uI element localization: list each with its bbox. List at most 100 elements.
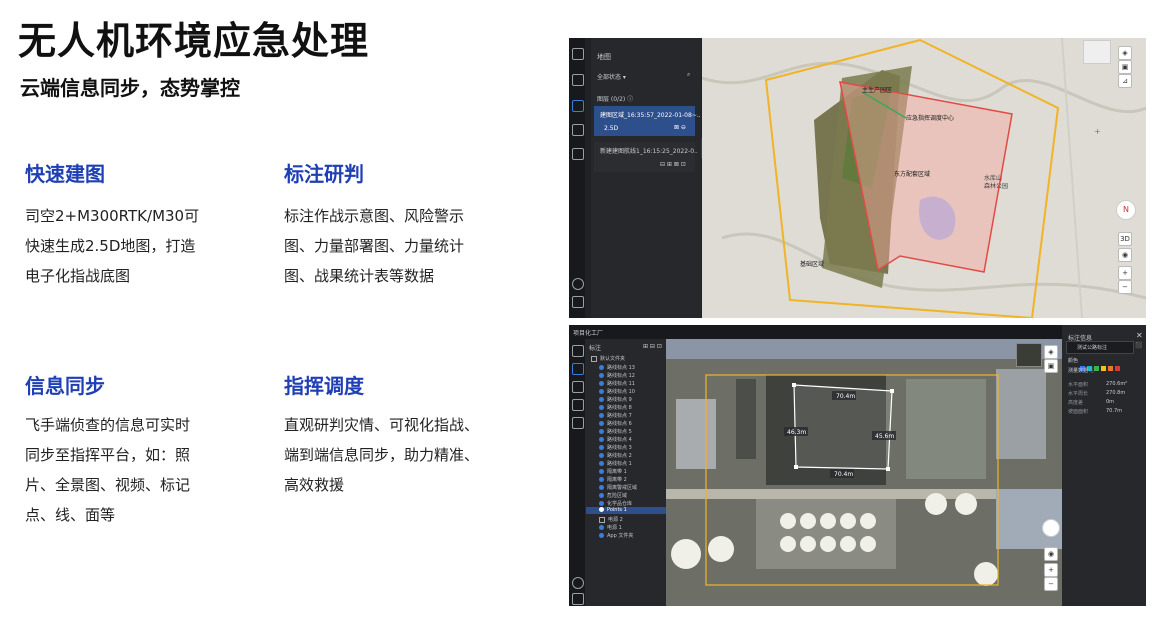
tree-item[interactable]: 路线标点 8 — [599, 404, 632, 411]
status-filter[interactable]: 全部状态 ▾ — [597, 72, 626, 81]
search-icon[interactable]: ⌕ — [687, 71, 690, 79]
ruler-icon[interactable]: ⊿ — [1118, 74, 1132, 88]
tree-label: 电源 2 — [608, 517, 623, 523]
tree-label: 路线标点 4 — [607, 437, 632, 443]
map-label: 东方配套区域 — [894, 170, 930, 178]
feature-desc-dispatch: 直观研判灾情、可视化指战、 端到端信息同步，助力精准、 高效救援 — [284, 410, 524, 500]
tree-item[interactable]: 路线标点 13 — [599, 364, 635, 371]
aerial-map[interactable]: 70.4m 45.6m 70.4m 46.3m ◈ ▣ ◉ + − — [666, 339, 1062, 606]
layer-actions-icon[interactable]: ⊠ ⊖ — [674, 124, 686, 131]
tree-label: 隔离带 1 — [607, 469, 627, 475]
tree-item[interactable]: 隔离警戒区域 — [599, 484, 637, 491]
tree-item[interactable]: 电源 1 — [599, 524, 622, 531]
doc-icon[interactable] — [572, 296, 584, 308]
tree-item[interactable]: App 文件夹 — [599, 532, 633, 539]
tree-label: 默认文件夹 — [600, 356, 626, 362]
zoom-out-icon[interactable]: − — [1044, 577, 1058, 591]
tree-label: Points 1 — [607, 507, 627, 513]
tree-item[interactable]: 路线标点 7 — [599, 412, 632, 419]
layer-item[interactable]: 新建建图航线1_16:15:25_2022-0.. ⊟ ⊞ ⊠ ⊡ — [594, 142, 698, 172]
feature-line: 电子化指战底图 — [25, 267, 131, 285]
layer-switch-icon[interactable]: ▣ — [1044, 359, 1058, 373]
map-panel: 地图 全部状态 ▾ ⌕ 图层 (0/2) ⓘ 建图区域_16:35:57_202… — [591, 38, 701, 318]
feature-heading-quick-mapping: 快速建图 — [25, 162, 105, 186]
tree-item[interactable]: 路线标点 5 — [599, 428, 632, 435]
annotation-icon[interactable] — [572, 363, 584, 375]
layer-switch-icon[interactable]: ▣ — [1118, 60, 1132, 74]
layer-item-name: 建图区域_16:35:57_2022-01-08~.. — [600, 112, 701, 119]
page-subtitle: 云端信息同步，态势掌控 — [20, 76, 240, 100]
feature-heading-dispatch: 指挥调度 — [284, 374, 364, 398]
feature-line: 飞手端侦查的信息可实时 — [25, 416, 191, 434]
map-icon[interactable] — [572, 100, 584, 112]
tree-item[interactable]: 危险区域 — [599, 492, 627, 499]
view-mode-toggle[interactable]: 3D — [1118, 232, 1132, 246]
tree-label: 路线标点 9 — [607, 397, 632, 403]
minimap-thumbnail[interactable] — [1083, 40, 1111, 64]
layer-section-label: 图层 (0/2) ⓘ — [597, 96, 634, 103]
tree-item[interactable]: 路线标点 9 — [599, 396, 632, 403]
tree-item[interactable]: 路线标点 4 — [599, 436, 632, 443]
feature-heading-info-sync: 信息同步 — [25, 374, 105, 398]
edit-icon[interactable]: ⬛ — [1135, 342, 1142, 349]
tree-item[interactable]: 路线标点 10 — [599, 388, 635, 395]
feature-desc-annotation: 标注作战示意图、风险警示 图、力量部署图、力量统计 图、战果统计表等数据 — [284, 201, 524, 291]
route-icon[interactable] — [572, 417, 584, 429]
media-icon[interactable] — [572, 124, 584, 136]
tree-label: 路线标点 3 — [607, 445, 632, 451]
marker-icon[interactable] — [572, 345, 584, 357]
marker-icon[interactable] — [572, 74, 584, 86]
tree-label: 路线标点 7 — [607, 413, 632, 419]
tree-item[interactable]: 路线标点 6 — [599, 420, 632, 427]
mapping-screenshot: 地图 全部状态 ▾ ⌕ 图层 (0/2) ⓘ 建图区域_16:35:57_202… — [569, 38, 1146, 318]
settings-icon[interactable] — [572, 577, 584, 589]
layers-icon[interactable] — [572, 48, 584, 60]
tree-item-selected[interactable]: Points 1 — [586, 507, 666, 514]
zoom-in-button[interactable]: + — [1118, 266, 1132, 280]
layer-actions-icon[interactable]: ⊟ ⊞ ⊠ ⊡ — [660, 161, 686, 168]
zoom-in-icon[interactable]: + — [1044, 563, 1058, 577]
feature-line: 图、力量部署图、力量统计 — [284, 237, 465, 255]
feature-heading-annotation: 标注研判 — [284, 162, 364, 186]
feature-line: 端到端信息同步，助力精准、 — [284, 446, 480, 464]
compass-icon[interactable]: N — [1116, 200, 1136, 220]
measure-label: 70.4m — [834, 471, 853, 478]
compass-icon[interactable] — [1042, 519, 1060, 537]
globe-icon[interactable]: ◉ — [1118, 248, 1132, 262]
tree-item[interactable]: 隔离带 2 — [599, 476, 627, 483]
tree-folder[interactable]: 默认文件夹 — [591, 355, 625, 362]
settings-icon[interactable] — [572, 278, 584, 290]
tree-item[interactable]: 路线标点 1 — [599, 460, 632, 467]
location-icon[interactable]: ◈ — [1044, 345, 1058, 359]
list-icon[interactable] — [572, 148, 584, 160]
minimap-thumbnail[interactable] — [1016, 343, 1042, 367]
annotation-name-input[interactable]: 测试公路标注 — [1066, 341, 1134, 354]
list-icon[interactable] — [572, 399, 584, 411]
tree-tools-icon[interactable]: ⊞ ⊟ ⊡ — [643, 343, 662, 350]
tree-label: 路线标点 8 — [607, 405, 632, 411]
zoom-out-button[interactable]: − — [1118, 280, 1132, 294]
tree-item[interactable]: 电源 2 — [599, 516, 623, 523]
tree-item[interactable]: 隔离带 1 — [599, 468, 627, 475]
media-icon[interactable] — [572, 381, 584, 393]
tree-label: 隔离带 2 — [607, 477, 627, 483]
tree-item[interactable]: 路线标点 3 — [599, 444, 632, 451]
close-icon[interactable]: ✕ — [1136, 331, 1143, 340]
tree-item[interactable]: 路线标点 2 — [599, 452, 632, 459]
tree-item[interactable]: 路线标点 11 — [599, 380, 635, 387]
globe-icon[interactable]: ◉ — [1044, 547, 1058, 561]
tree-label: App 文件夹 — [607, 533, 634, 539]
tree-item[interactable]: 路线标点 12 — [599, 372, 635, 379]
tree-label: 路线标点 5 — [607, 429, 632, 435]
layer-item-name: 新建建图航线1_16:15:25_2022-0.. — [600, 148, 698, 155]
layer-item-sub: 2.5D — [604, 125, 619, 132]
tree-label: 隔离警戒区域 — [607, 485, 638, 491]
doc-icon[interactable] — [572, 593, 584, 605]
tree-label: 路线标点 12 — [607, 373, 635, 379]
base-map[interactable]: 主生产园区 应急指挥调度中心 东方配套区域 水库山 森林公园 基础区域 + ◈ … — [702, 38, 1146, 318]
feature-line: 高效救援 — [284, 476, 345, 494]
location-icon[interactable]: ◈ — [1118, 46, 1132, 60]
layer-item-selected[interactable]: 建图区域_16:35:57_2022-01-08~.. 2.5D ⊠ ⊖ — [594, 106, 701, 136]
tree-item[interactable]: 化学品仓库 — [599, 500, 632, 507]
tree-label: 路线标点 6 — [607, 421, 632, 427]
